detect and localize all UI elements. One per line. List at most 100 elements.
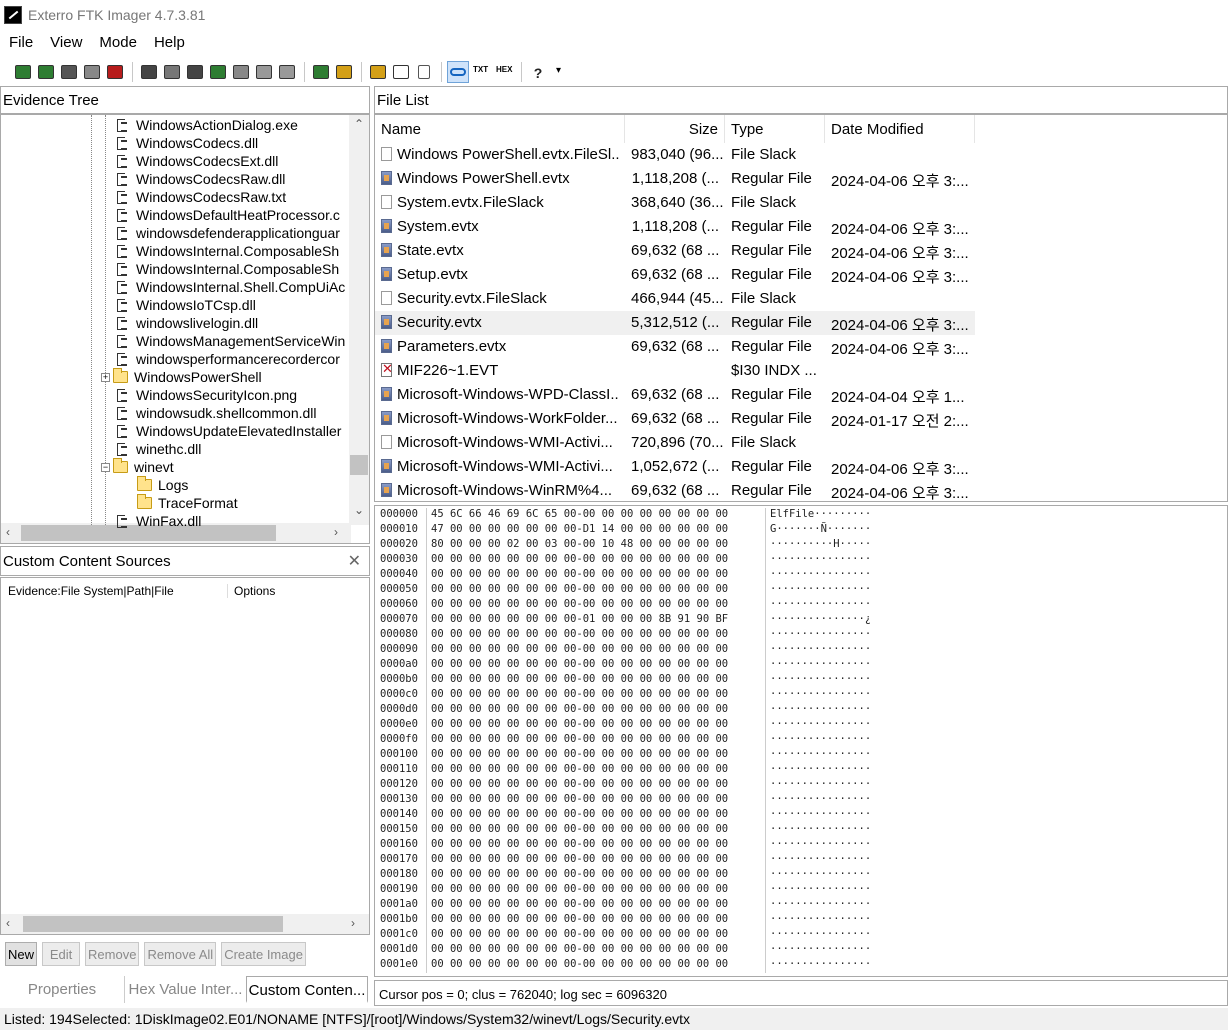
hex-row[interactable]: 000170 00 00 00 00 00 00 00 00-00 00 00 0…: [380, 853, 871, 868]
hex-ascii[interactable]: ················: [766, 673, 871, 688]
hex-ascii[interactable]: ················: [766, 748, 871, 763]
hex-bytes[interactable]: 00 00 00 00 00 00 00 00-00 00 00 00 00 0…: [426, 868, 766, 883]
hex-viewer[interactable]: 000000 45 6C 66 46 69 6C 65 00-00 00 00 0…: [374, 505, 1228, 977]
hex-row[interactable]: 000090 00 00 00 00 00 00 00 00-00 00 00 0…: [380, 643, 871, 658]
tab-properties[interactable]: Properties: [0, 976, 124, 1003]
hex-bytes[interactable]: 00 00 00 00 00 00 00 00-00 00 00 00 00 0…: [426, 748, 766, 763]
hex-row[interactable]: 000160 00 00 00 00 00 00 00 00-00 00 00 0…: [380, 838, 871, 853]
scroll-right-icon[interactable]: ›: [334, 525, 338, 539]
hex-row[interactable]: 000110 00 00 00 00 00 00 00 00-00 00 00 0…: [380, 763, 871, 778]
hex-bytes[interactable]: 00 00 00 00 00 00 00 00-00 00 00 00 00 0…: [426, 658, 766, 673]
file-row[interactable]: State.evtx 69,632 (68 ... Regular File 2024…: [375, 239, 975, 263]
obtain-protected-files-icon[interactable]: [413, 61, 435, 83]
hex-row[interactable]: 0001a0 00 00 00 00 00 00 00 00-00 00 00 0…: [380, 898, 871, 913]
hex-ascii[interactable]: ················: [766, 913, 871, 928]
scroll-left-icon[interactable]: ‹: [6, 525, 10, 539]
tree-node[interactable]: WindowsCodecsExt.dll: [117, 152, 278, 170]
hex-ascii[interactable]: ················: [766, 778, 871, 793]
hex-bytes[interactable]: 00 00 00 00 00 00 00 00-00 00 00 00 00 0…: [426, 733, 766, 748]
decrypt-icon[interactable]: [253, 61, 275, 83]
hex-ascii[interactable]: ···············¿: [766, 613, 871, 628]
hex-bytes[interactable]: 00 00 00 00 00 00 00 00-00 00 00 00 00 0…: [426, 943, 766, 958]
image-mounting-icon[interactable]: [58, 61, 80, 83]
tree-node[interactable]: windowsudk.shellcommon.dll: [117, 404, 317, 422]
hex-row[interactable]: 000150 00 00 00 00 00 00 00 00-00 00 00 0…: [380, 823, 871, 838]
remove-all-icon[interactable]: [104, 61, 126, 83]
hex-row[interactable]: 000040 00 00 00 00 00 00 00 00-00 00 00 0…: [380, 568, 871, 583]
hex-row[interactable]: 000080 00 00 00 00 00 00 00 00-00 00 00 0…: [380, 628, 871, 643]
verify-drive-icon[interactable]: [367, 61, 389, 83]
tree-node[interactable]: WindowsDefaultHeatProcessor.c: [117, 206, 340, 224]
column-evidence[interactable]: Evidence:File System|Path|File: [8, 584, 228, 598]
hex-bytes[interactable]: 00 00 00 00 00 00 00 00-00 00 00 00 00 0…: [426, 838, 766, 853]
export-files-icon[interactable]: [310, 61, 332, 83]
hex-row[interactable]: 000070 00 00 00 00 00 00 00 00-01 00 00 0…: [380, 613, 871, 628]
hex-ascii[interactable]: G·······Ñ·······: [766, 523, 871, 538]
column-date-modified[interactable]: Date Modified: [825, 115, 975, 143]
hex-row[interactable]: 000020 80 00 00 00 02 00 03 00-00 10 48 0…: [380, 538, 871, 553]
menu-help[interactable]: Help: [145, 32, 193, 56]
file-row[interactable]: System.evtx.FileSlack 368,640 (36... File …: [375, 191, 975, 215]
tree-node[interactable]: Logs: [137, 476, 188, 494]
tree-node[interactable]: WindowsIoTCsp.dll: [117, 296, 256, 314]
create-custom-content-image-icon[interactable]: [230, 61, 252, 83]
new-button[interactable]: New: [5, 942, 38, 966]
hex-ascii[interactable]: ················: [766, 868, 871, 883]
file-list[interactable]: Name Size Type Date Modified Windows Pow…: [374, 114, 1228, 502]
tree-node[interactable]: WindowsActionDialog.exe: [117, 116, 298, 134]
hex-ascii[interactable]: ················: [766, 823, 871, 838]
hex-row[interactable]: 000190 00 00 00 00 00 00 00 00-00 00 00 0…: [380, 883, 871, 898]
hex-bytes[interactable]: 00 00 00 00 00 00 00 00-00 00 00 00 00 0…: [426, 958, 766, 973]
file-row[interactable]: Parameters.evtx 69,632 (68 ... Regular Fil…: [375, 335, 975, 359]
hex-bytes[interactable]: 00 00 00 00 00 00 00 00-00 00 00 00 00 0…: [426, 568, 766, 583]
capture-memory-icon[interactable]: [390, 61, 412, 83]
hex-ascii[interactable]: ················: [766, 568, 871, 583]
hex-bytes[interactable]: 80 00 00 00 02 00 03 00-00 10 48 00 00 0…: [426, 538, 766, 553]
tree-node[interactable]: WindowsSecurityIcon.png: [117, 386, 297, 404]
remove-evidence-icon[interactable]: [81, 61, 103, 83]
hex-ascii[interactable]: ················: [766, 688, 871, 703]
hex-bytes[interactable]: 00 00 00 00 00 00 00 00-00 00 00 00 00 0…: [426, 808, 766, 823]
expand-icon[interactable]: +: [101, 372, 110, 382]
view-text-icon[interactable]: TXT: [470, 61, 492, 83]
tree-node[interactable]: windowslivelogin.dll: [117, 314, 258, 332]
hex-ascii[interactable]: ················: [766, 703, 871, 718]
hex-row[interactable]: 000120 00 00 00 00 00 00 00 00-00 00 00 0…: [380, 778, 871, 793]
file-row[interactable]: Microsoft-Windows-WinRM%4... 69,632 (68 .…: [375, 479, 975, 501]
scroll-thumb[interactable]: [23, 916, 283, 932]
hex-row[interactable]: 000100 00 00 00 00 00 00 00 00-00 00 00 0…: [380, 748, 871, 763]
hex-bytes[interactable]: 00 00 00 00 00 00 00 00-00 00 00 00 00 0…: [426, 718, 766, 733]
hex-bytes[interactable]: 00 00 00 00 00 00 00 00-00 00 00 00 00 0…: [426, 643, 766, 658]
tree-node[interactable]: WindowsInternal.ComposableSh: [117, 242, 339, 260]
scroll-right-icon[interactable]: ›: [351, 916, 355, 930]
hex-bytes[interactable]: 00 00 00 00 00 00 00 00-00 00 00 00 00 0…: [426, 928, 766, 943]
hex-bytes[interactable]: 00 00 00 00 00 00 00 00-00 00 00 00 00 0…: [426, 913, 766, 928]
remove-all-button[interactable]: Remove All: [144, 942, 217, 966]
hex-bytes[interactable]: 47 00 00 00 00 00 00 00-D1 14 00 00 00 0…: [426, 523, 766, 538]
column-name[interactable]: Name: [375, 115, 625, 143]
hex-row[interactable]: 0000f0 00 00 00 00 00 00 00 00-00 00 00 0…: [380, 733, 871, 748]
file-row[interactable]: Security.evtx.FileSlack 466,944 (45... Fil…: [375, 287, 975, 311]
hex-bytes[interactable]: 00 00 00 00 00 00 00 00-00 00 00 00 00 0…: [426, 898, 766, 913]
hex-row[interactable]: 0000d0 00 00 00 00 00 00 00 00-00 00 00 0…: [380, 703, 871, 718]
hex-bytes[interactable]: 00 00 00 00 00 00 00 00-00 00 00 00 00 0…: [426, 598, 766, 613]
hex-ascii[interactable]: ················: [766, 928, 871, 943]
hex-row[interactable]: 000010 47 00 00 00 00 00 00 00-D1 14 00 0…: [380, 523, 871, 538]
tab-custom-content[interactable]: Custom Conten...: [246, 976, 368, 1003]
tree-node[interactable]: windowsdefenderapplicationguar: [117, 224, 340, 242]
tree-node[interactable]: windowsperformancerecordercor: [117, 350, 340, 368]
menu-file[interactable]: File: [0, 32, 41, 56]
file-row[interactable]: Windows PowerShell.evtx 1,118,208 (... Reg…: [375, 167, 975, 191]
hex-bytes[interactable]: 00 00 00 00 00 00 00 00-00 00 00 00 00 0…: [426, 628, 766, 643]
hex-row[interactable]: 000050 00 00 00 00 00 00 00 00-00 00 00 0…: [380, 583, 871, 598]
create-disk-image-icon[interactable]: [138, 61, 160, 83]
hex-bytes[interactable]: 00 00 00 00 00 00 00 00-00 00 00 00 00 0…: [426, 763, 766, 778]
tree-node[interactable]: WindowsManagementServiceWin: [117, 332, 345, 350]
hex-row[interactable]: 0000a0 00 00 00 00 00 00 00 00-00 00 00 0…: [380, 658, 871, 673]
hex-ascii[interactable]: ················: [766, 943, 871, 958]
evidence-tree[interactable]: ⌃ ⌄ ‹ › WindowsActionDialog.exe WindowsCo…: [0, 114, 370, 544]
hex-ascii[interactable]: ················: [766, 658, 871, 673]
file-row[interactable]: Windows PowerShell.evtx.FileSl... 983,040…: [375, 143, 975, 167]
hex-bytes[interactable]: 00 00 00 00 00 00 00 00-00 00 00 00 00 0…: [426, 673, 766, 688]
tree-node[interactable]: WindowsCodecs.dll: [117, 134, 258, 152]
